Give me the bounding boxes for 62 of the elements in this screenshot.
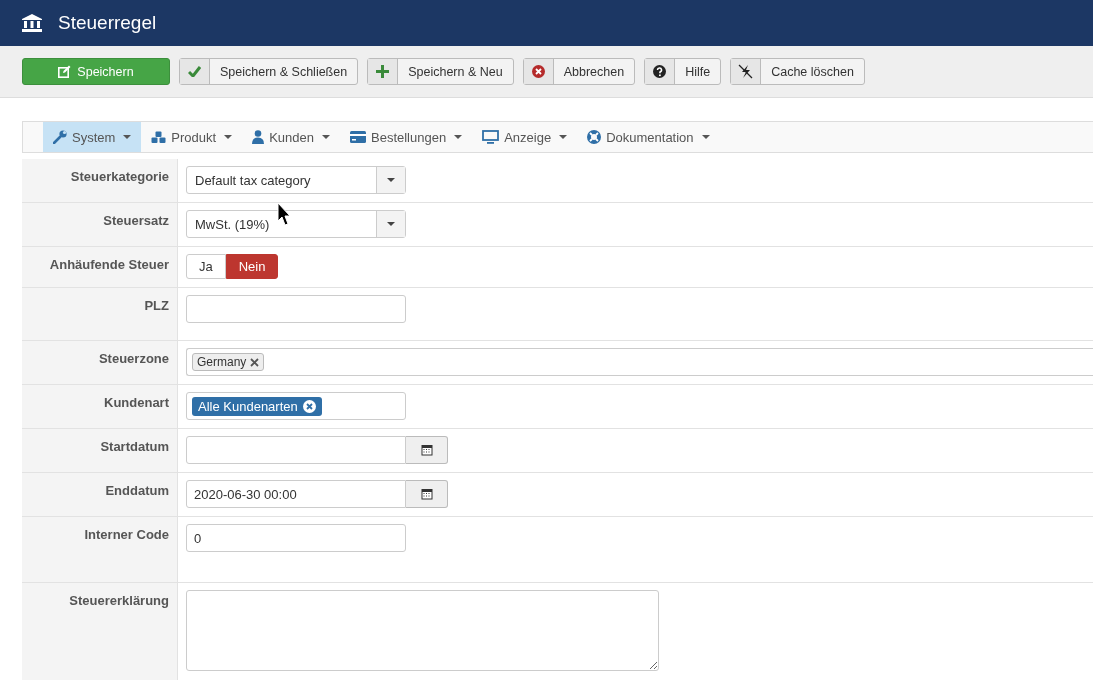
field-label: PLZ — [144, 298, 169, 313]
field-label: Steuerkategorie — [70, 169, 169, 184]
flash-icon — [738, 64, 754, 79]
menu-item[interactable]: Kunden — [242, 122, 340, 152]
field-label: Steuererklärung — [69, 593, 169, 608]
field-label: Enddatum — [105, 483, 169, 498]
input-field[interactable] — [186, 295, 406, 323]
calendar-icon — [420, 488, 433, 500]
menu-item[interactable]: Produkt — [141, 122, 243, 152]
input-field[interactable]: 0 — [186, 524, 406, 552]
field-label: Startdatum — [100, 439, 169, 454]
field-label: Interner Code — [84, 527, 169, 542]
tag: Germany — [192, 353, 265, 371]
caret-icon — [387, 222, 395, 226]
help-icon — [653, 65, 667, 78]
wrench-icon — [53, 130, 67, 144]
page-title: Steuerregel — [58, 12, 157, 34]
field-label: Steuerzone — [98, 351, 169, 366]
lifebuoy-icon — [587, 130, 602, 144]
select-field[interactable]: MwSt. (19%) — [186, 210, 406, 238]
cubes-icon — [151, 130, 167, 144]
menu-item[interactable]: System — [43, 122, 142, 152]
field-label: Kundenart — [104, 395, 169, 410]
monitor-icon — [482, 130, 500, 144]
remove-icon[interactable] — [250, 357, 260, 367]
caret-icon — [322, 135, 330, 139]
bank-icon — [22, 14, 42, 32]
toolbar-button[interactable]: Cache löschen — [730, 58, 865, 85]
caret-icon — [387, 178, 395, 182]
caret-icon — [123, 135, 132, 139]
select-field[interactable]: Default tax category — [186, 166, 406, 194]
calendar-icon — [420, 444, 433, 456]
caret-icon — [701, 135, 710, 139]
caret-icon — [559, 135, 568, 139]
toolbar-button[interactable]: Speichern & Schließen — [179, 58, 359, 85]
caret-icon — [454, 135, 463, 139]
toggle-option[interactable]: Nein — [225, 254, 279, 279]
tag-field[interactable]: Germany — [186, 348, 1093, 376]
mouse-cursor-icon — [277, 202, 291, 228]
menu-item[interactable]: Bestellungen — [340, 122, 473, 152]
date-field[interactable]: 2020-06-30 00:00 — [186, 480, 406, 508]
toggle-option[interactable]: Ja — [186, 254, 226, 279]
edit-icon — [58, 65, 72, 78]
calendar-button[interactable] — [406, 436, 448, 464]
cancel-icon — [531, 65, 545, 78]
menu-item[interactable]: Anzeige — [472, 122, 578, 152]
toolbar-button[interactable]: Hilfe — [644, 58, 722, 85]
menu-item[interactable]: Dokumentation — [577, 122, 720, 152]
check-icon — [188, 66, 201, 77]
caret-icon — [224, 135, 233, 139]
tag-field[interactable]: Alle Kundenarten — [186, 392, 406, 420]
calendar-button[interactable] — [406, 480, 448, 508]
plus-icon — [376, 65, 390, 78]
date-field[interactable] — [186, 436, 406, 464]
toolbar-button[interactable]: Speichern & Neu — [367, 58, 514, 85]
remove-icon[interactable] — [302, 399, 316, 413]
user-icon — [252, 130, 265, 144]
toolbar-button[interactable]: Abbrechen — [522, 58, 636, 85]
tag: Alle Kundenarten — [192, 396, 322, 416]
field-label: Steuersatz — [103, 213, 169, 228]
credit-card-icon — [350, 131, 366, 143]
field-label: Anhäufende Steuer — [49, 257, 169, 272]
